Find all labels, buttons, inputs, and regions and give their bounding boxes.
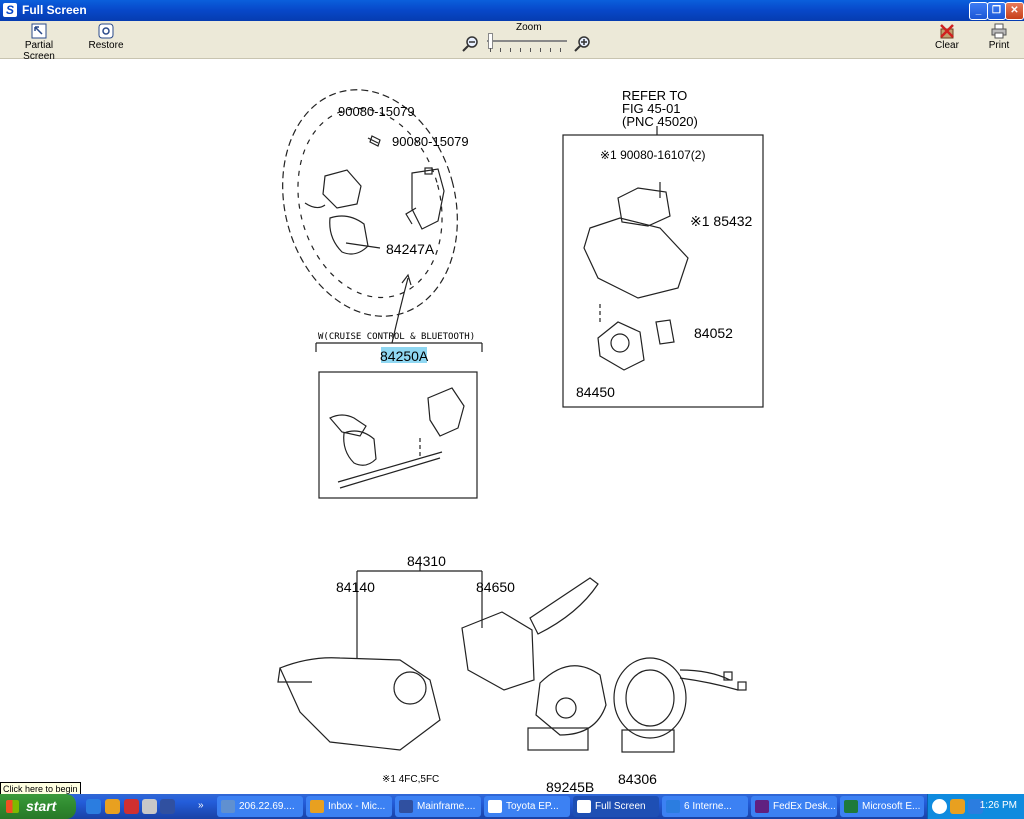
task-button-fedex[interactable]: FedEx Desk... bbox=[751, 796, 837, 817]
spiral-cable-parts bbox=[527, 657, 747, 753]
zoom-slider-thumb[interactable] bbox=[488, 33, 493, 49]
partial-screen-button[interactable]: Partial Screen bbox=[10, 23, 68, 62]
task-label: Microsoft E... bbox=[862, 801, 921, 812]
spiral-label-1: 89245B bbox=[546, 779, 594, 792]
combo-left-label: 84140 bbox=[336, 579, 375, 595]
left-switch-part bbox=[304, 169, 381, 255]
more-quicklaunch-icon[interactable]: » bbox=[198, 800, 208, 812]
bolt-label-1: 90080-15079 bbox=[338, 104, 415, 119]
maximize-button[interactable]: ❐ bbox=[987, 2, 1006, 20]
combo-main-label: 84310 bbox=[407, 553, 446, 569]
title-bar: S Full Screen _ ❐ ✕ bbox=[0, 0, 1024, 21]
clear-icon bbox=[940, 24, 954, 39]
zoom-label: Zoom bbox=[516, 22, 542, 33]
system-tray: 1:26 PM bbox=[927, 794, 1024, 819]
assembly-label: 84250A bbox=[380, 348, 429, 364]
task-label: Toyota EP... bbox=[506, 801, 559, 812]
restore-label: Restore bbox=[88, 40, 124, 51]
app-quicklaunch-icon[interactable] bbox=[124, 799, 139, 814]
assembly-parts bbox=[329, 387, 465, 489]
print-label: Print bbox=[988, 40, 1010, 51]
clear-button[interactable]: Clear bbox=[934, 23, 960, 51]
app-icon: S bbox=[3, 3, 17, 17]
start-label: start bbox=[26, 798, 57, 814]
task-label: Full Screen bbox=[595, 801, 646, 812]
zoom-slider-ticks bbox=[490, 48, 568, 52]
task-button-mainframe[interactable]: Mainframe.... bbox=[395, 796, 481, 817]
partial-screen-icon bbox=[31, 23, 47, 39]
start-button[interactable]: start bbox=[0, 794, 76, 819]
task-label: FedEx Desk... bbox=[773, 801, 836, 812]
close-button[interactable]: ✕ bbox=[1005, 2, 1024, 20]
lock-part-label-1: ※1 85432 bbox=[690, 213, 753, 229]
footnote-label: ※1 4FC,5FC bbox=[382, 774, 439, 785]
clear-label: Clear bbox=[935, 40, 959, 51]
media-quicklaunch-icon[interactable] bbox=[142, 799, 157, 814]
combination-switch-parts bbox=[277, 577, 599, 751]
task-button-internet[interactable]: 6 Interne... bbox=[662, 796, 748, 817]
toolbar: Partial Screen Restore Zoom Clear Print bbox=[0, 21, 1024, 62]
task-button-full-screen[interactable]: Full Screen bbox=[573, 796, 659, 817]
task-button-toyota[interactable]: Toyota EP... bbox=[484, 796, 570, 817]
minimize-button[interactable]: _ bbox=[969, 2, 988, 20]
window-title: Full Screen bbox=[22, 3, 87, 17]
outlook-quicklaunch-icon[interactable] bbox=[105, 799, 120, 814]
task-label: Inbox - Mic... bbox=[328, 801, 386, 812]
screw-label: ※1 90080-16107(2) bbox=[600, 148, 705, 162]
app-s-icon bbox=[488, 800, 502, 813]
zoom-slider-track[interactable] bbox=[487, 40, 567, 42]
ignition-lock-box bbox=[562, 134, 764, 408]
restore-icon bbox=[98, 23, 114, 39]
ignition-lock-parts bbox=[583, 182, 689, 371]
zoom-out-icon[interactable] bbox=[462, 35, 480, 53]
refer-line-3: (PNC 45020) bbox=[622, 114, 698, 129]
parts-diagram: 90080-15079 90080-15079 84247A W(CRUISE … bbox=[277, 88, 764, 792]
web-icon bbox=[221, 800, 235, 813]
task-button-206[interactable]: 206.22.69.... bbox=[217, 796, 303, 817]
fedex-icon bbox=[755, 800, 769, 813]
task-label: 6 Interne... bbox=[684, 801, 732, 812]
inbox-icon bbox=[310, 800, 324, 813]
zoom-in-icon[interactable] bbox=[574, 35, 592, 53]
parts-diagram-canvas: 90080-15079 90080-15079 84247A W(CRUISE … bbox=[0, 58, 1024, 792]
windows-logo-icon bbox=[6, 800, 19, 813]
task-button-inbox[interactable]: Inbox - Mic... bbox=[306, 796, 392, 817]
ibm-quicklaunch-icon[interactable] bbox=[160, 799, 175, 814]
app-s-icon bbox=[577, 800, 591, 813]
bolt-label-2: 90080-15079 bbox=[392, 134, 469, 149]
taskbar: start » 206.22.69.... Inbox - Mic... Mai… bbox=[0, 794, 1024, 819]
print-button[interactable]: Print bbox=[986, 23, 1012, 51]
lock-part-label-2: 84052 bbox=[694, 325, 733, 341]
restore-button[interactable]: Restore bbox=[88, 23, 124, 51]
tray-arrow-icon[interactable] bbox=[932, 799, 947, 814]
lock-part-label-3: 84450 bbox=[576, 384, 615, 400]
tray-app-icon[interactable] bbox=[950, 799, 965, 814]
switch-label: 84247A bbox=[386, 241, 435, 257]
task-label: 206.22.69.... bbox=[239, 801, 295, 812]
task-button-excel[interactable]: Microsoft E... bbox=[840, 796, 924, 817]
ie-icon bbox=[666, 800, 680, 813]
combo-right-label: 84650 bbox=[476, 579, 515, 595]
variant-label: W(CRUISE CONTROL & BLUETOOTH) bbox=[318, 332, 475, 342]
printer-icon bbox=[991, 23, 1007, 39]
excel-icon bbox=[844, 800, 858, 813]
ie-quicklaunch-icon[interactable] bbox=[86, 799, 101, 814]
right-switch-part bbox=[405, 167, 445, 230]
spiral-label-2: 84306 bbox=[618, 771, 657, 787]
clock: 1:26 PM bbox=[979, 800, 1017, 811]
task-label: Mainframe.... bbox=[417, 801, 476, 812]
mainframe-icon bbox=[399, 800, 413, 813]
